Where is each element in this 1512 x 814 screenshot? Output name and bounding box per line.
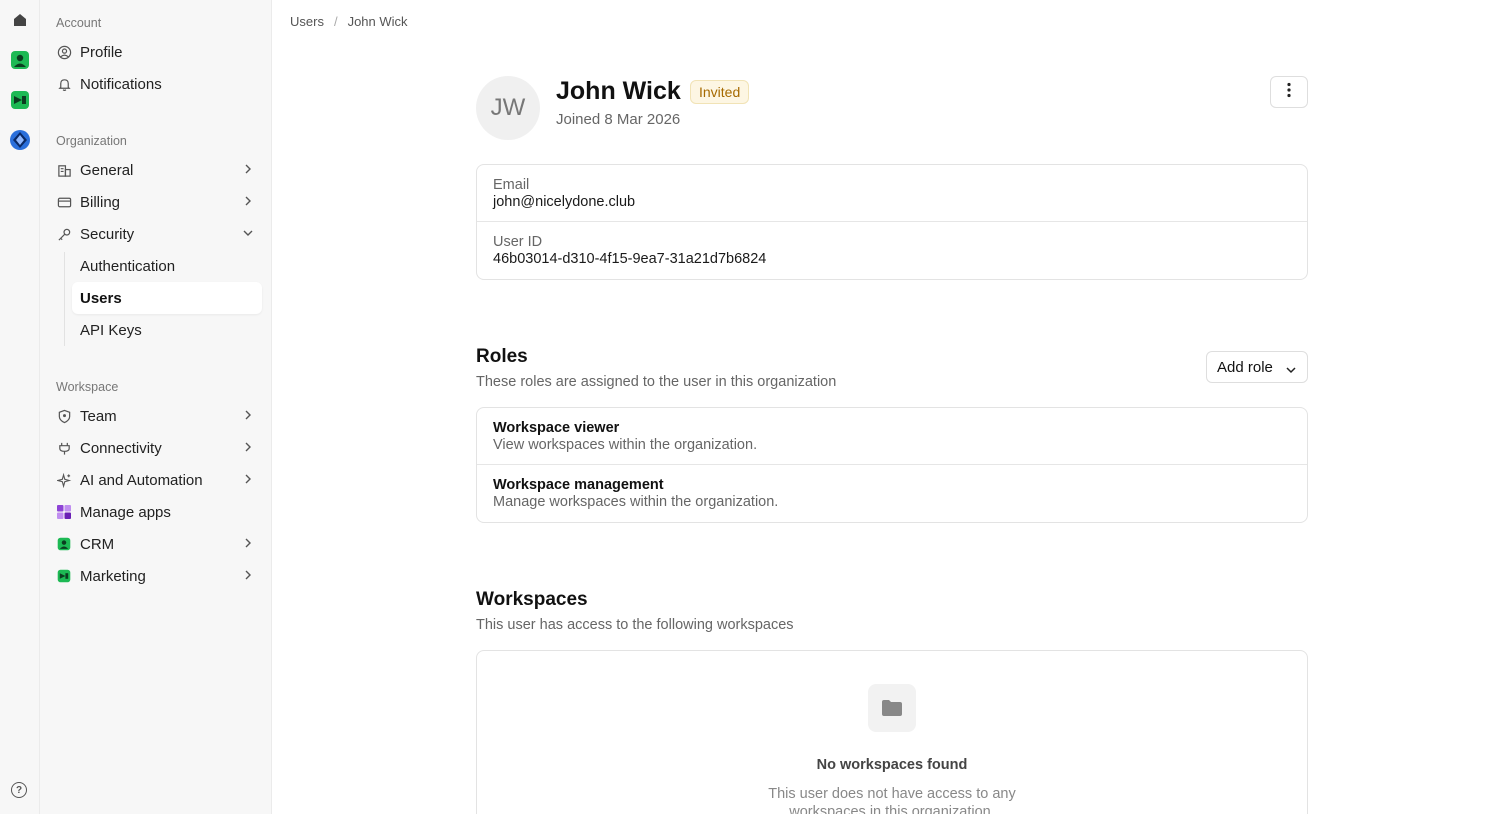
joined-date: Joined 8 Mar 2026	[556, 111, 681, 128]
sidebar-item-label: Marketing	[80, 567, 146, 585]
chevron-right-icon	[242, 569, 254, 581]
user-id-row: User ID 46b03014-d310-4f15-9ea7-31a21d7b…	[477, 222, 1307, 279]
help-icon[interactable]: ?	[11, 782, 27, 798]
chevron-down-icon	[1285, 362, 1297, 374]
sidebar-item-label: CRM	[80, 535, 115, 553]
add-role-button[interactable]: Add role	[1206, 351, 1308, 383]
role-description: View workspaces within the organization.	[493, 437, 758, 453]
roles-list: Workspace viewer View workspaces within …	[476, 407, 1308, 523]
chevron-right-icon	[242, 195, 254, 207]
sidebar-item-ai-automation[interactable]: AI and Automation	[48, 465, 264, 495]
chevron-right-icon	[242, 537, 254, 549]
chevron-right-icon	[242, 163, 254, 175]
list-item[interactable]: Workspace management Manage workspaces w…	[477, 465, 1307, 522]
sidebar-item-label: Manage apps	[80, 503, 171, 521]
empty-state-title: No workspaces found	[816, 757, 968, 773]
sidebar-item-label: Billing	[80, 193, 121, 211]
sidebar-subitem-api-keys[interactable]: API Keys	[72, 314, 262, 346]
chevron-down-icon	[242, 227, 254, 239]
submenu-guide-line	[64, 252, 65, 346]
empty-state-description: This user does not have access to any wo…	[768, 786, 1016, 814]
marketing-app-icon[interactable]	[8, 88, 32, 112]
breadcrumb-separator: /	[333, 14, 338, 29]
more-actions-button[interactable]	[1270, 76, 1308, 108]
sidebar-item-label: Connectivity	[80, 439, 162, 457]
email-label: Email	[493, 177, 530, 193]
home-icon[interactable]	[8, 8, 32, 32]
bell-icon	[56, 76, 72, 92]
sidebar-subitem-users[interactable]: Users	[72, 282, 262, 314]
sidebar-item-label: AI and Automation	[80, 471, 203, 489]
sidebar-item-general[interactable]: General	[48, 155, 264, 185]
sidebar-item-security[interactable]: Security	[48, 219, 264, 249]
roles-heading: Roles	[476, 346, 528, 367]
email-row: Email john@nicelydone.club	[477, 165, 1307, 222]
avatar: JW	[476, 76, 540, 140]
settings-sidebar: Account Profile Notifications Organizati…	[40, 0, 272, 814]
sidebar-item-label: Profile	[80, 43, 123, 61]
user-id-label: User ID	[493, 234, 543, 250]
list-item[interactable]: Workspace viewer View workspaces within …	[477, 408, 1307, 465]
sidebar-item-crm[interactable]: CRM	[48, 529, 264, 559]
sidebar-item-profile[interactable]: Profile	[48, 37, 264, 67]
sidebar-item-notifications[interactable]: Notifications	[48, 69, 264, 99]
platform-app-icon[interactable]	[8, 128, 32, 152]
breadcrumb-link-users[interactable]: Users	[290, 14, 324, 29]
role-description: Manage workspaces within the organizatio…	[493, 494, 779, 510]
sidebar-item-label: Notifications	[80, 75, 162, 93]
sidebar-subitem-authentication[interactable]: Authentication	[72, 250, 262, 282]
section-label-account: Account	[56, 16, 102, 30]
chevron-right-icon	[242, 473, 254, 485]
sidebar-item-manage-apps[interactable]: Manage apps	[48, 497, 264, 527]
apps-grid-icon	[56, 504, 72, 520]
key-icon	[56, 226, 72, 242]
section-label-workspace: Workspace	[56, 380, 119, 394]
page-title: John Wick	[556, 77, 681, 105]
user-circle-icon	[56, 44, 72, 60]
marketing-app-icon	[56, 568, 72, 584]
plug-icon	[56, 440, 72, 456]
sidebar-item-label: Team	[80, 407, 117, 425]
status-badge: Invited	[690, 80, 750, 104]
breadcrumb-current: John Wick	[347, 14, 408, 29]
add-role-label: Add role	[1217, 358, 1273, 376]
sidebar-item-label: General	[80, 161, 134, 179]
credit-card-icon	[56, 194, 72, 210]
chevron-right-icon	[242, 441, 254, 453]
sidebar-item-marketing[interactable]: Marketing	[48, 561, 264, 591]
app-rail: ?	[0, 0, 40, 814]
email-value: john@nicelydone.club	[493, 194, 636, 210]
folder-icon	[868, 684, 916, 732]
roles-subtitle: These roles are assigned to the user in …	[476, 374, 837, 390]
user-id-value: 46b03014-d310-4f15-9ea7-31a21d7b6824	[493, 251, 767, 267]
workspaces-heading: Workspaces	[476, 589, 588, 610]
crm-app-icon[interactable]	[8, 48, 32, 72]
building-icon	[56, 162, 72, 178]
sparkle-icon	[56, 472, 72, 488]
breadcrumb: Users / John Wick	[290, 14, 408, 29]
workspaces-subtitle: This user has access to the following wo…	[476, 617, 794, 633]
section-label-organization: Organization	[56, 134, 127, 148]
sidebar-item-team[interactable]: Team	[48, 401, 264, 431]
sidebar-item-label: Security	[80, 225, 135, 243]
user-details-card: Email john@nicelydone.club User ID 46b03…	[476, 164, 1308, 280]
shield-icon	[56, 408, 72, 424]
chevron-right-icon	[242, 409, 254, 421]
more-vertical-icon	[1287, 82, 1291, 103]
sidebar-item-billing[interactable]: Billing	[48, 187, 264, 217]
role-title: Workspace management	[493, 477, 664, 493]
crm-app-icon	[56, 536, 72, 552]
sidebar-item-connectivity[interactable]: Connectivity	[48, 433, 264, 463]
workspaces-empty-state: No workspaces found This user does not h…	[476, 650, 1308, 814]
role-title: Workspace viewer	[493, 420, 620, 436]
